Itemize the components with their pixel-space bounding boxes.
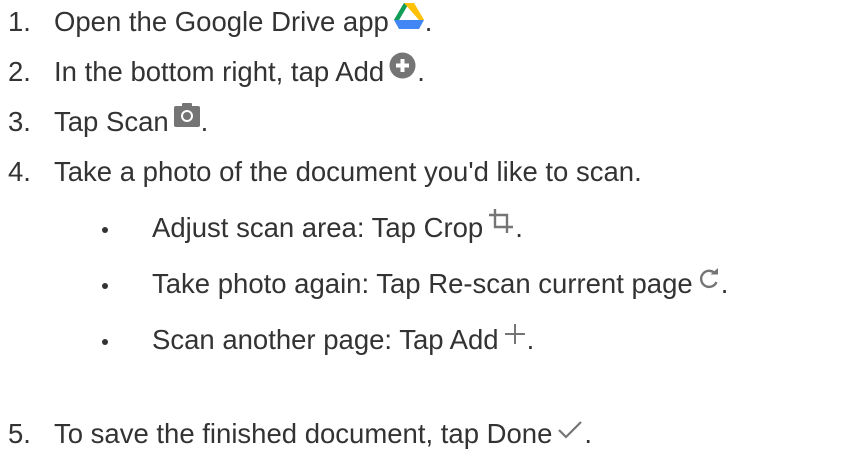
substep-text: Adjust scan area: Tap Crop <box>152 212 484 244</box>
plus-icon <box>504 322 526 350</box>
step-number: 4. <box>8 156 31 188</box>
step-2: 2. In the bottom right, tap Add . <box>8 52 425 92</box>
bullet <box>102 283 108 289</box>
substep-text: Take photo again: Tap Re-scan current pa… <box>152 268 693 300</box>
step-text: In the bottom right, tap Add <box>54 56 385 88</box>
step-text: Tap Scan <box>54 106 169 138</box>
step-4: 4. Take a photo of the document you'd li… <box>8 152 642 192</box>
step-tail: . <box>584 418 593 450</box>
rescan-icon <box>698 267 720 295</box>
step-number: 1. <box>8 6 31 38</box>
step-text: Take a photo of the document you'd like … <box>54 156 642 188</box>
substep-tail: . <box>526 324 535 356</box>
step-text: Open the Google Drive app <box>54 6 389 38</box>
step-text: To save the finished document, tap Done <box>54 418 553 450</box>
step-3: 3. Tap Scan . <box>8 102 208 142</box>
step-tail: . <box>200 106 209 138</box>
camera-icon <box>173 102 200 132</box>
step-number: 3. <box>8 106 31 138</box>
substep-3: Scan another page: Tap Add . <box>102 320 534 360</box>
step-tail: . <box>417 56 425 88</box>
step-number: 2. <box>8 56 31 88</box>
step-1: 1. Open the Google Drive app . <box>8 2 432 42</box>
add-circle-icon <box>389 52 416 84</box>
substep-2: Take photo again: Tap Re-scan current pa… <box>102 264 728 304</box>
bullet <box>102 339 108 345</box>
step-5: 5. To save the finished document, tap Do… <box>8 414 592 454</box>
substep-tail: . <box>720 268 729 300</box>
bullet <box>102 227 108 233</box>
substep-1: Adjust scan area: Tap Crop . <box>102 208 523 248</box>
check-icon <box>557 417 583 445</box>
substep-tail: . <box>515 212 523 244</box>
step-number: 5. <box>8 418 31 450</box>
crop-icon <box>488 208 514 239</box>
google-drive-icon <box>393 2 424 34</box>
step-tail: . <box>424 6 433 38</box>
substep-text: Scan another page: Tap Add <box>152 324 499 356</box>
